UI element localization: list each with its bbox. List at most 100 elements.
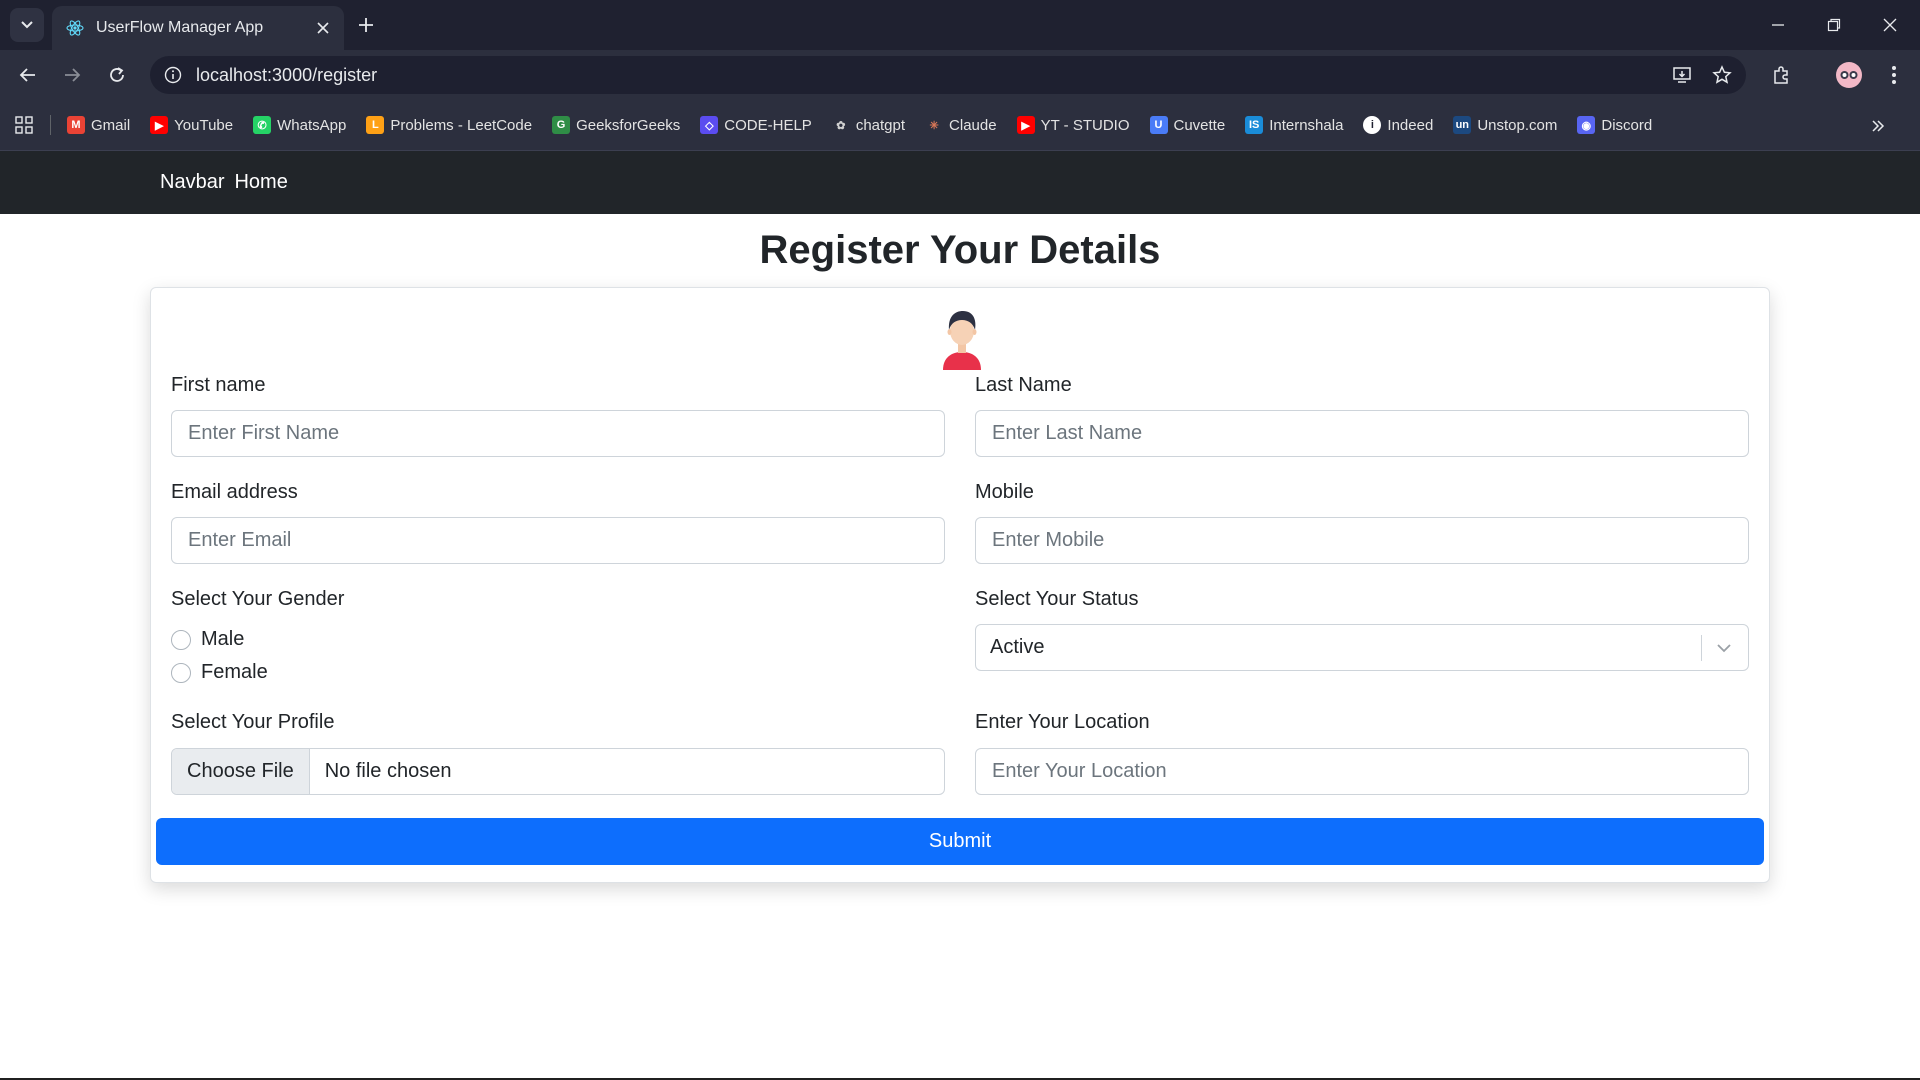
bookmark-label: chatgpt <box>855 116 906 134</box>
geeksforgeeks-icon: G <box>552 116 571 134</box>
bookmark-geeksforgeeks[interactable]: G GeeksforGeeks <box>552 116 680 134</box>
cuvette-icon: U <box>1149 116 1168 134</box>
browser-tab-active[interactable]: UserFlow Manager App <box>52 6 344 50</box>
status-label: Select Your Status <box>975 588 1139 610</box>
bookmark-claude[interactable]: ✳ Claude <box>925 116 997 134</box>
email-placeholder: Enter Email <box>188 529 292 551</box>
register-form-card: First name Enter First Name Last Name En… <box>150 287 1770 883</box>
discord-icon: ◉ <box>1577 116 1596 134</box>
location-label: Enter Your Location <box>975 711 1150 733</box>
status-selected-value: Active <box>990 636 1045 658</box>
kebab-menu-icon[interactable] <box>1878 59 1910 91</box>
bookmark-whatsapp[interactable]: ✆ WhatsApp <box>253 116 346 134</box>
bookmark-label: Cuvette <box>1173 116 1226 134</box>
bookmark-cuvette[interactable]: U Cuvette <box>1149 116 1226 134</box>
email-label: Email address <box>171 481 298 503</box>
close-window-icon[interactable] <box>1862 0 1918 50</box>
profile-label: Select Your Profile <box>171 711 335 733</box>
bookmark-label: YouTube <box>174 116 234 134</box>
user-avatar-icon <box>943 311 981 370</box>
select-divider <box>1701 635 1702 661</box>
minimize-icon[interactable] <box>1750 0 1806 50</box>
url-text[interactable]: localhost:3000/register <box>196 65 1666 86</box>
bookmark-label: Gmail <box>91 116 131 134</box>
whatsapp-icon: ✆ <box>253 116 272 134</box>
back-arrow-icon[interactable] <box>12 59 44 91</box>
bookmarks-list: M Gmail ▶ YouTube ✆ WhatsApp L Problems - LeetC… <box>67 116 1672 134</box>
tab-search-button[interactable] <box>10 8 44 42</box>
bookmarks-divider <box>50 115 51 135</box>
location-input[interactable]: Enter Your Location <box>975 748 1749 795</box>
internshala-icon: IS <box>1245 116 1264 134</box>
bookmark-youtube[interactable]: ▶ YouTube <box>150 116 233 134</box>
status-select[interactable]: Active <box>975 624 1749 671</box>
gmail-icon: M <box>67 116 85 134</box>
new-tab-plus-icon[interactable] <box>352 11 380 39</box>
submit-button[interactable]: Submit <box>156 818 1764 865</box>
browser-toolbar: localhost:3000/register <box>0 50 1920 100</box>
yt-studio-icon: ▶ <box>1016 116 1035 134</box>
tab-close-icon[interactable] <box>312 17 334 39</box>
bookmark-yt-studio[interactable]: ▶ YT - STUDIO <box>1016 116 1130 134</box>
gender-option-label: Male <box>201 628 245 650</box>
address-bar[interactable]: localhost:3000/register <box>150 56 1746 94</box>
bookmark-label: Claude <box>949 116 997 134</box>
bookmark-discord[interactable]: ◉ Discord <box>1577 116 1652 134</box>
indeed-icon: i <box>1363 116 1382 134</box>
bookmark-indeed[interactable]: i Indeed <box>1363 116 1433 134</box>
bookmark-label: Discord <box>1601 116 1653 134</box>
first-name-input[interactable]: Enter First Name <box>171 410 945 457</box>
extensions-puzzle-icon[interactable] <box>1765 59 1797 91</box>
leetcode-icon: L <box>366 116 385 134</box>
gender-option-male[interactable]: Male <box>171 628 244 651</box>
last-name-label: Last Name <box>975 374 1072 396</box>
mobile-label: Mobile <box>975 481 1034 503</box>
last-name-input[interactable]: Enter Last Name <box>975 410 1749 457</box>
bookmark-label: Unstop.com <box>1477 116 1558 134</box>
register-page: Register Your Details First name Enter F… <box>0 214 1920 1080</box>
chevron-down-icon[interactable] <box>1714 638 1734 658</box>
chevron-double-right-icon[interactable] <box>1866 114 1890 138</box>
gender-label: Select Your Gender <box>171 588 345 610</box>
nav-link-home[interactable]: Home <box>234 171 287 194</box>
reload-icon[interactable] <box>101 59 133 91</box>
gender-option-female[interactable]: Female <box>171 661 268 684</box>
file-status-text: No file chosen <box>324 760 452 782</box>
bookmark-label: WhatsApp <box>277 116 347 134</box>
bookmark-label: Problems - LeetCode <box>390 116 533 134</box>
last-name-placeholder: Enter Last Name <box>992 422 1143 444</box>
radio-button-female[interactable] <box>171 662 191 683</box>
restore-icon[interactable] <box>1806 0 1862 50</box>
email-input[interactable]: Enter Email <box>171 517 945 564</box>
bookmark-label: YT - STUDIO <box>1040 116 1130 134</box>
bookmark-codehelp[interactable]: ◇ CODE-HELP <box>700 116 812 134</box>
bookmark-unstop[interactable]: un Unstop.com <box>1453 116 1557 134</box>
browser-tabstrip: UserFlow Manager App <box>0 0 1920 50</box>
navbar-brand[interactable]: Navbar <box>160 171 224 194</box>
tab-title: UserFlow Manager App <box>96 19 264 36</box>
bookmark-leetcode[interactable]: L Problems - LeetCode <box>366 116 532 134</box>
bookmarks-bar: M Gmail ▶ YouTube ✆ WhatsApp L Problems - LeetC… <box>0 100 1920 151</box>
bookmark-label: Indeed <box>1387 116 1434 134</box>
page-title: Register Your Details <box>759 228 1161 272</box>
bookmark-star-icon[interactable] <box>1706 59 1738 91</box>
unstop-icon: un <box>1453 116 1472 134</box>
mobile-input[interactable]: Enter Mobile <box>975 517 1749 564</box>
first-name-label: First name <box>171 374 266 396</box>
bookmark-label: GeeksforGeeks <box>576 116 681 134</box>
choose-file-button[interactable]: Choose File <box>172 749 310 794</box>
mobile-placeholder: Enter Mobile <box>992 529 1105 551</box>
bookmark-chatgpt[interactable]: ✿ chatgpt <box>832 116 905 134</box>
profile-file-input[interactable]: Choose File No file chosen <box>171 748 945 795</box>
site-info-icon[interactable] <box>160 62 186 88</box>
chevron-down-icon <box>21 21 33 29</box>
profile-avatar-icon[interactable] <box>1836 62 1862 88</box>
bookmark-gmail[interactable]: M Gmail <box>67 116 130 134</box>
radio-button-male[interactable] <box>171 629 191 650</box>
react-icon <box>64 17 86 39</box>
apps-grid-icon[interactable] <box>12 113 36 137</box>
bookmark-internshala[interactable]: IS Internshala <box>1245 116 1343 134</box>
forward-arrow-icon[interactable] <box>56 59 88 91</box>
install-app-icon[interactable] <box>1666 59 1698 91</box>
bookmark-label: CODE-HELP <box>724 116 812 134</box>
